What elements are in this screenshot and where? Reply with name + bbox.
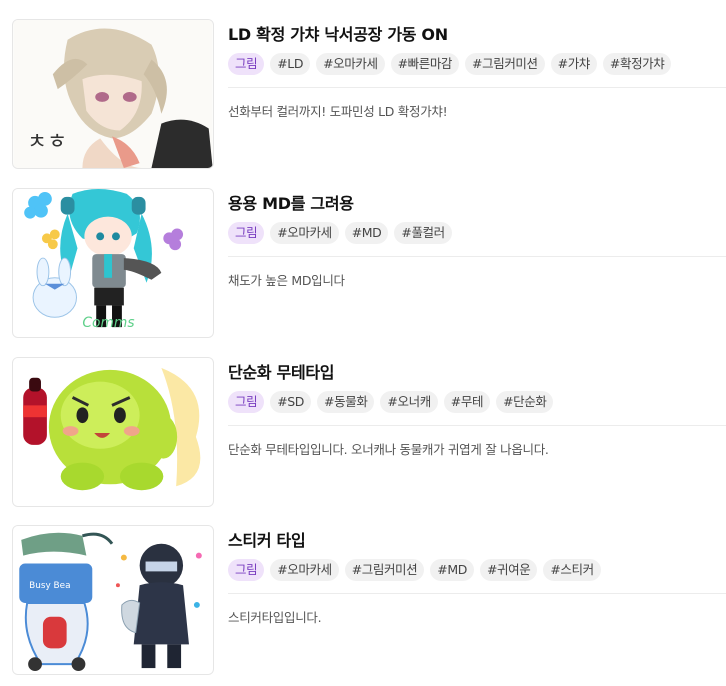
card-description: 선화부터 컬러까지! 도파민성 LD 확정가챠! (228, 104, 448, 119)
tag-chip[interactable]: #빠른마감 (390, 53, 460, 75)
tag-chip[interactable]: #MD (344, 222, 389, 244)
svg-text:ㅊㅎ: ㅊㅎ (27, 129, 67, 154)
category-tag[interactable]: 그림 (228, 222, 265, 244)
thumbnail-image[interactable] (12, 357, 214, 507)
tag-list: 그림 #오마카세 #그림커미션 #MD #귀여운 #스티커 (228, 559, 601, 581)
tag-chip[interactable]: #그림커미션 (344, 559, 425, 581)
card-title[interactable]: LD 확정 가챠 낙서공장 가동 ON (228, 21, 448, 45)
category-tag[interactable]: 그림 (228, 391, 265, 413)
card-title[interactable]: 용용 MD를 그려용 (228, 190, 354, 214)
tag-chip[interactable]: #MD (430, 559, 474, 581)
tag-chip[interactable]: #그림커미션 (465, 53, 545, 75)
thumbnail-image[interactable]: Comms (12, 188, 214, 338)
thumbnail-image[interactable]: Busy Bea (12, 525, 214, 675)
commission-list: ㅊㅎ LD 확정 가챠 낙서공장 가동 ON 그림 #LD #오마카세 #빠른마… (0, 0, 726, 686)
tag-chip[interactable]: #동물화 (317, 391, 375, 413)
tag-chip[interactable]: #풀컬러 (394, 222, 452, 244)
tag-chip[interactable]: #오마카세 (270, 559, 339, 581)
anime-character-sketch-icon: ㅊㅎ (13, 20, 213, 168)
tag-list: 그림 #LD #오마카세 #빠른마감 #그림커미션 #가챠 #확정가챠 (228, 53, 672, 75)
card-title[interactable]: 단순화 무테타입 (228, 359, 335, 383)
commission-card[interactable]: ㅊㅎ LD 확정 가챠 낙서공장 가동 ON 그림 #LD #오마카세 #빠른마… (0, 19, 726, 171)
tag-chip[interactable]: #가챠 (550, 53, 597, 75)
commission-card[interactable]: Busy Bea 스티커 타입 그림 #오마카세 #그림커미션 #MD #귀여운… (0, 525, 726, 677)
tag-chip[interactable]: #SD (270, 391, 312, 413)
card-description: 단순화 무테타입입니다. 오너캐나 동물캐가 귀엽게 잘 나옵니다. (228, 442, 549, 457)
sticker-illustration-icon: Busy Bea (13, 526, 213, 674)
tag-chip[interactable]: #LD (270, 53, 311, 75)
tag-chip[interactable]: #오마카세 (270, 222, 339, 244)
tag-list: 그림 #SD #동물화 #오너캐 #무테 #단순화 (228, 391, 554, 413)
category-tag[interactable]: 그림 (228, 53, 265, 75)
card-title[interactable]: 스티커 타입 (228, 527, 306, 551)
svg-text:Busy Bea: Busy Bea (29, 581, 70, 591)
card-description: 스티커타입입니다. (228, 610, 322, 625)
commission-card[interactable]: 단순화 무테타입 그림 #SD #동물화 #오너캐 #무테 #단순화 단순화 무… (0, 357, 726, 509)
category-tag[interactable]: 그림 (228, 559, 265, 581)
tag-chip[interactable]: #단순화 (496, 391, 554, 413)
svg-text:Comms: Comms (82, 315, 134, 331)
tag-chip[interactable]: #오마카세 (316, 53, 385, 75)
divider (228, 425, 726, 426)
chibi-character-icon: Comms (13, 189, 213, 337)
tag-chip[interactable]: #확정가챠 (602, 53, 672, 75)
divider (228, 593, 726, 594)
commission-card[interactable]: Comms 용용 MD를 그려용 그림 #오마카세 #MD #풀컬러 채도가 높… (0, 188, 726, 340)
tag-chip[interactable]: #귀여운 (479, 559, 538, 581)
divider (228, 256, 726, 257)
tag-chip[interactable]: #오너캐 (380, 391, 438, 413)
divider (228, 87, 726, 88)
green-blob-character-icon (13, 358, 213, 506)
tag-chip[interactable]: #무테 (443, 391, 491, 413)
card-description: 채도가 높은 MD입니다 (228, 273, 345, 288)
tag-chip[interactable]: #스티커 (543, 559, 601, 581)
tag-list: 그림 #오마카세 #MD #풀컬러 (228, 222, 452, 244)
thumbnail-image[interactable]: ㅊㅎ (12, 19, 214, 169)
